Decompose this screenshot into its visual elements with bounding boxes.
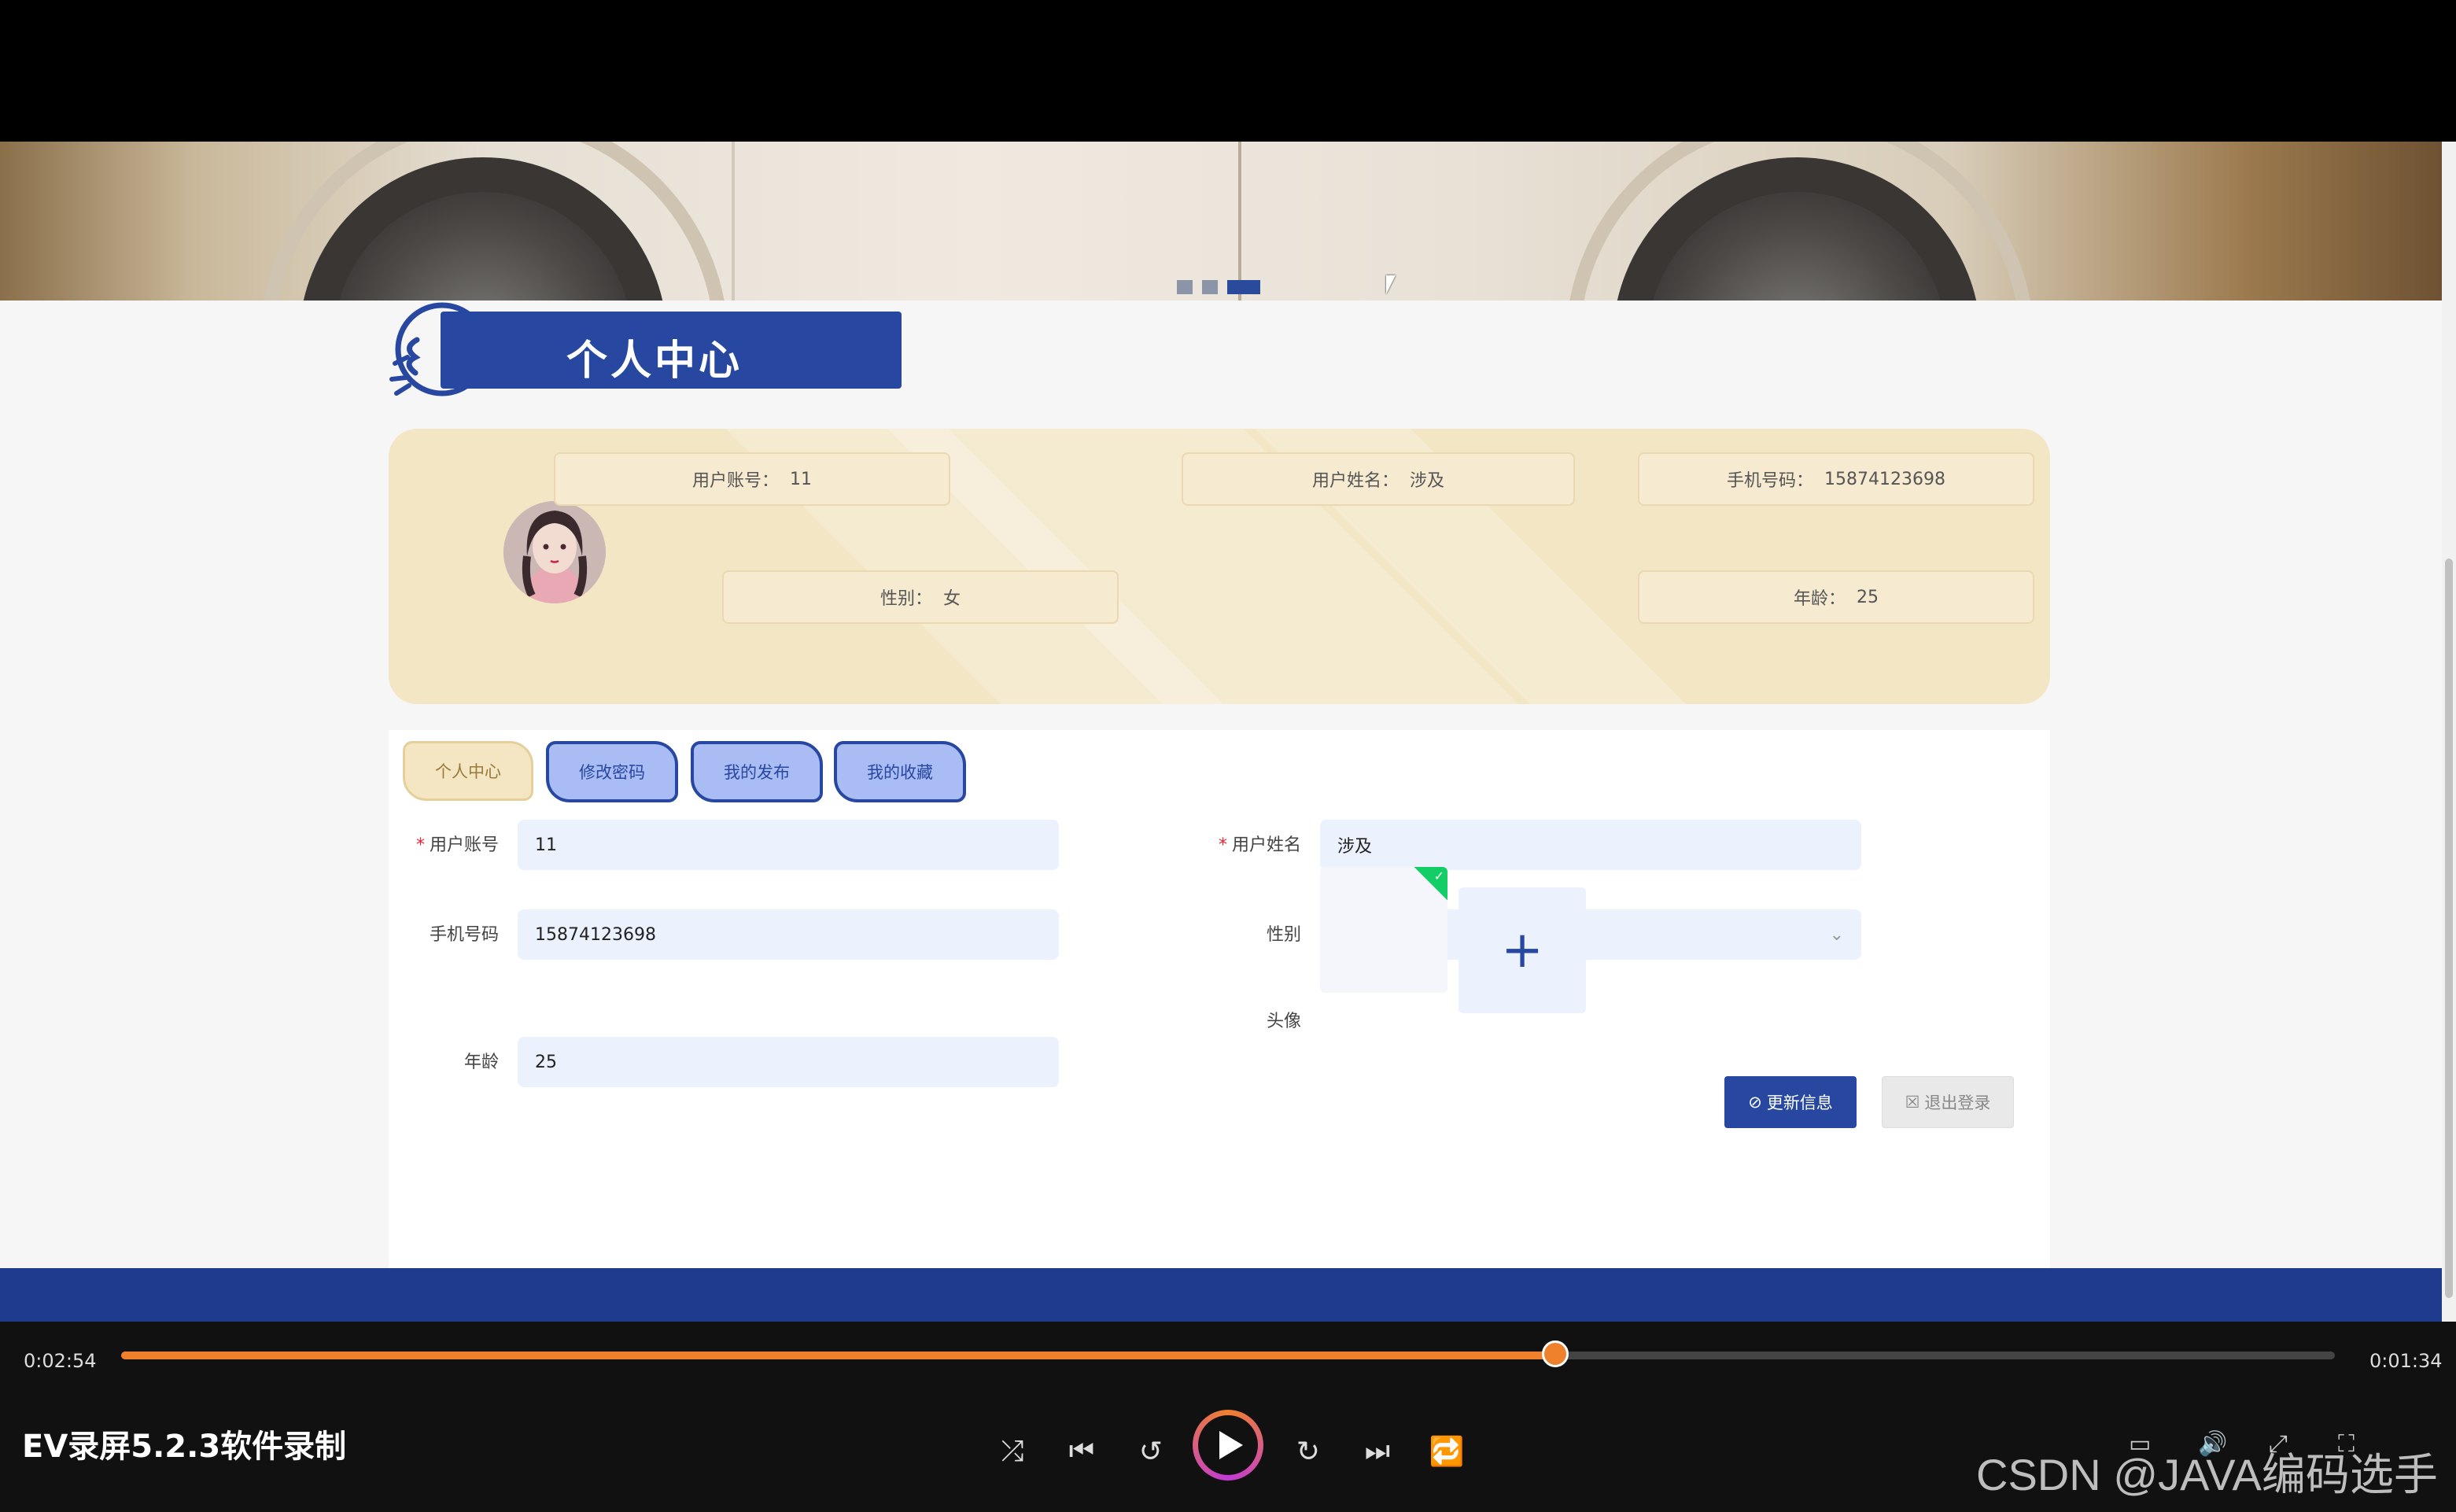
personal-center-page: 个人中心 用户账号： 11 用户姓名： 涉及 手机号码： 15874123698… [0, 301, 2442, 1268]
tab-my-posts[interactable]: 我的发布 [691, 741, 823, 802]
info-gender-label: 性别： [880, 589, 932, 609]
car-door-line [1238, 142, 1241, 301]
account-input[interactable]: 11 [518, 820, 1059, 870]
info-age-value: 25 [1857, 587, 1879, 607]
page-title: 个人中心 [566, 337, 743, 385]
info-gender: 性别： 女 [722, 570, 1119, 624]
info-phone-value: 15874123698 [1824, 469, 1945, 489]
check-circle-icon: ⊘ [1748, 1093, 1762, 1112]
update-info-label: 更新信息 [1766, 1093, 1833, 1112]
info-account-value: 11 [790, 469, 812, 489]
tab-my-favorites[interactable]: 我的收藏 [834, 741, 966, 802]
play-button-inner [1198, 1415, 1258, 1475]
required-mark: * [415, 835, 425, 855]
carousel-dot-active[interactable] [1227, 280, 1260, 294]
gender-field-label: 性别 [1266, 925, 1301, 945]
phone-field-label: 手机号码 [429, 925, 499, 945]
elapsed-time: 0:02:54 [24, 1350, 97, 1372]
carousel-dot[interactable] [1177, 280, 1193, 294]
page-footer [0, 1268, 2442, 1322]
avatar-field-label: 头像 [1266, 1012, 1301, 1031]
avatar-upload-add-button[interactable]: + [1458, 887, 1586, 1013]
avatar [503, 501, 606, 603]
info-name-label: 用户姓名： [1311, 471, 1399, 491]
progress-handle[interactable] [1542, 1341, 1569, 1367]
info-name-value: 涉及 [1410, 471, 1445, 491]
video-title: EV录屏5.2.3软件录制 [22, 1429, 347, 1465]
carousel-indicators [1177, 280, 1260, 294]
info-gender-value: 女 [943, 589, 961, 609]
page-scrollbar-thumb[interactable] [2445, 559, 2453, 1298]
account-field-label: * 用户账号 [415, 835, 499, 855]
age-input[interactable]: 25 [518, 1037, 1059, 1087]
carousel-dot[interactable] [1202, 280, 1218, 294]
info-phone-label: 手机号码： [1727, 471, 1814, 491]
close-square-icon: ☒ [1905, 1093, 1920, 1112]
info-account: 用户账号： 11 [554, 452, 950, 506]
info-name: 用户姓名： 涉及 [1182, 452, 1575, 506]
age-field-label: 年龄 [463, 1053, 499, 1072]
shuffle-icon[interactable]: ⤮ [993, 1432, 1032, 1471]
avatar-upload-thumbnail[interactable]: ✓ [1320, 867, 1447, 993]
info-age-label: 年龄： [1793, 589, 1846, 609]
info-phone: 手机号码： 15874123698 [1638, 452, 2034, 506]
phone-input[interactable]: 15874123698 [518, 909, 1059, 960]
check-icon: ✓ [1433, 868, 1444, 883]
car-door-line [732, 142, 735, 301]
profile-summary-card: 用户账号： 11 用户姓名： 涉及 手机号码： 15874123698 性别： … [389, 429, 2050, 704]
tab-change-password[interactable]: 修改密码 [546, 741, 678, 802]
remaining-time: 0:01:34 [2369, 1350, 2443, 1372]
skip-next-icon[interactable]: ⏭ [1358, 1432, 1397, 1471]
skip-previous-icon[interactable]: ⏮ [1062, 1432, 1101, 1471]
update-info-button[interactable]: ⊘ 更新信息 [1724, 1076, 1857, 1128]
repeat-icon[interactable]: 🔁 [1427, 1432, 1466, 1471]
info-account-label: 用户账号： [691, 471, 779, 491]
rewind-10-icon[interactable]: ↺ [1131, 1432, 1171, 1471]
name-field-label: * 用户姓名 [1218, 835, 1301, 855]
csdn-watermark: CSDN @JAVA编码选手 [1976, 1450, 2438, 1499]
play-button[interactable] [1193, 1410, 1263, 1481]
banner-carousel[interactable] [0, 142, 2442, 301]
logout-label: 退出登录 [1924, 1093, 1991, 1112]
required-mark: * [1218, 835, 1227, 855]
name-input[interactable]: 涉及 [1320, 820, 1861, 870]
logout-button[interactable]: ☒ 退出登录 [1882, 1076, 2014, 1128]
tab-personal-center[interactable]: 个人中心 [403, 741, 533, 801]
mouse-cursor-icon [1386, 275, 1396, 294]
chevron-down-icon: ⌄ [1829, 925, 1844, 945]
progress-fill [121, 1352, 1555, 1359]
video-player-controls: 0:02:54 0:01:34 EV录屏5.2.3软件录制 ⤮ ⏮ ↺ ↻ ⏭ … [0, 1322, 2456, 1512]
video-top-letterbox [0, 0, 2456, 142]
avatar-portrait-icon [503, 501, 606, 603]
profile-form-panel: 个人中心 修改密码 我的发布 我的收藏 * 用户账号 11 * 用户姓名 涉及 手机… [389, 730, 2050, 1268]
forward-30-icon[interactable]: ↻ [1289, 1432, 1328, 1471]
play-icon [1219, 1431, 1243, 1459]
info-age: 年龄： 25 [1638, 570, 2034, 624]
